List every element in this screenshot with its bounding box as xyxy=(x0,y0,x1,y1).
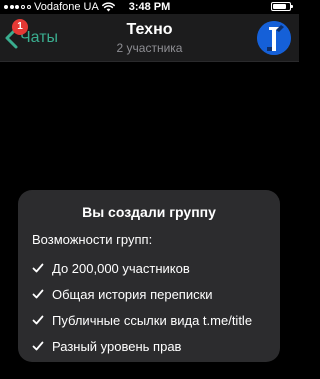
battery-level xyxy=(273,4,286,9)
check-icon xyxy=(32,341,44,351)
group-avatar-icon xyxy=(257,21,291,55)
check-icon xyxy=(32,289,44,299)
chat-title: Техно xyxy=(126,21,173,38)
status-right xyxy=(271,0,293,11)
chat-header[interactable]: Техно 2 участника xyxy=(0,20,299,55)
feature-item: Разный уровень прав xyxy=(32,333,266,359)
group-created-card: Вы создали группу Возможности групп: До … xyxy=(18,190,280,362)
status-bar: Vodafone UA 3:48 PM xyxy=(0,0,299,14)
check-icon xyxy=(32,315,44,325)
chat-subtitle: 2 участника xyxy=(116,41,183,55)
feature-label: Разный уровень прав xyxy=(52,338,182,354)
battery-icon xyxy=(271,2,293,11)
feature-list: До 200,000 участников Общая история пере… xyxy=(32,255,266,359)
card-subtitle: Возможности групп: xyxy=(32,232,153,247)
feature-label: Общая история переписки xyxy=(52,286,213,302)
feature-label: До 200,000 участников xyxy=(52,260,190,276)
card-title: Вы создали группу xyxy=(82,204,216,220)
feature-item: Общая история переписки xyxy=(32,281,266,307)
chat-screen: Vodafone UA 3:48 PM Чаты 1 Техно 2 участ… xyxy=(0,0,299,379)
group-avatar[interactable] xyxy=(257,21,291,55)
navigation-bar: Чаты 1 Техно 2 участника xyxy=(0,14,299,62)
feature-label: Публичные ссылки вида t.me/title xyxy=(52,312,253,328)
status-time: 3:48 PM xyxy=(128,1,171,13)
check-icon xyxy=(32,263,44,273)
feature-item: До 200,000 участников xyxy=(32,255,266,281)
feature-item: Публичные ссылки вида t.me/title xyxy=(32,307,266,333)
